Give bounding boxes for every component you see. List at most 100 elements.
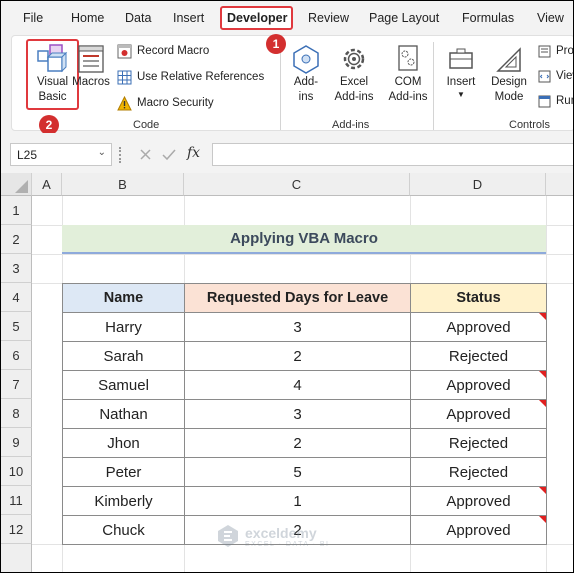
cell-requested-days[interactable]: 5: [184, 457, 411, 487]
cell-requested-days[interactable]: 3: [184, 312, 411, 342]
properties-button[interactable]: Prop: [538, 42, 573, 60]
cell-name[interactable]: Kimberly: [62, 486, 185, 516]
row-header-9[interactable]: 9: [1, 428, 32, 457]
run-dialog-button[interactable]: Run: [538, 92, 573, 110]
row-header-12[interactable]: 12: [1, 515, 32, 544]
table-row: Nathan 3 Approved: [62, 399, 547, 429]
toolbox-icon: [449, 48, 473, 69]
tab-view[interactable]: View: [537, 11, 564, 25]
cell-status[interactable]: Rejected: [410, 428, 547, 458]
tab-page-layout[interactable]: Page Layout: [369, 11, 439, 25]
cancel-icon[interactable]: [139, 148, 152, 161]
tab-home[interactable]: Home: [71, 11, 104, 25]
row-header-7[interactable]: 7: [1, 370, 32, 399]
comment-indicator-icon[interactable]: [539, 516, 546, 523]
header-status[interactable]: Status: [410, 283, 547, 313]
comment-indicator-icon[interactable]: [539, 313, 546, 320]
cell-status[interactable]: Rejected: [410, 457, 547, 487]
name-box-value: L25: [17, 148, 38, 162]
excel-add-ins-button[interactable]: Excel Add-ins: [328, 43, 380, 105]
chevron-down-icon[interactable]: ⌄: [98, 147, 106, 158]
header-name[interactable]: Name: [62, 283, 185, 313]
row-header-2[interactable]: 2: [1, 225, 32, 254]
excel-add-ins-label: Excel Add-ins: [334, 76, 374, 103]
row-header-4[interactable]: 4: [1, 283, 32, 312]
column-header-e[interactable]: [546, 173, 573, 196]
tab-insert[interactable]: Insert: [173, 11, 204, 25]
cell-name[interactable]: Chuck: [62, 515, 185, 545]
cell-requested-days[interactable]: 1: [184, 486, 411, 516]
enter-icon[interactable]: [162, 148, 176, 161]
header-requested-days[interactable]: Requested Days for Leave: [184, 283, 411, 313]
table-header-row: Name Requested Days for Leave Status: [62, 283, 547, 313]
record-macro-label: Record Macro: [137, 45, 210, 57]
add-ins-icon: [293, 45, 319, 74]
cell-name-value: Nathan: [99, 405, 148, 423]
cell-requested-days[interactable]: 3: [184, 399, 411, 429]
step-badge-1: 1: [266, 34, 286, 54]
tab-review[interactable]: Review: [308, 11, 349, 25]
insert-function-button[interactable]: fx: [187, 145, 200, 161]
comment-indicator-icon[interactable]: [539, 400, 546, 407]
cell-requested-days-value: 5: [293, 463, 302, 481]
record-macro-button[interactable]: Record Macro: [117, 42, 209, 60]
cell-requested-days[interactable]: 2: [184, 428, 411, 458]
row-header-13[interactable]: [1, 544, 32, 572]
cell-status[interactable]: Approved: [410, 312, 547, 342]
tab-data[interactable]: Data: [125, 11, 151, 25]
design-mode-label: Design Mode: [491, 76, 527, 103]
cell-name[interactable]: Nathan: [62, 399, 185, 429]
formula-input[interactable]: [212, 143, 573, 166]
add-ins-button[interactable]: Add- ins: [288, 43, 324, 105]
cell-status[interactable]: Rejected: [410, 341, 547, 371]
cell-name[interactable]: Harry: [62, 312, 185, 342]
row-header-11[interactable]: 11: [1, 486, 32, 515]
cell-requested-days-value: 3: [293, 318, 302, 336]
name-box[interactable]: L25 ⌄: [10, 143, 112, 166]
leave-table: Name Requested Days for Leave Status Har…: [62, 283, 547, 545]
tab-file[interactable]: File: [23, 11, 43, 25]
row-header-10[interactable]: 10: [1, 457, 32, 486]
relative-references-label: Use Relative References: [137, 71, 265, 83]
column-header-c[interactable]: C: [184, 173, 410, 196]
cell-status[interactable]: Approved: [410, 486, 547, 516]
row-header-1[interactable]: 1: [1, 196, 32, 225]
row-header-3[interactable]: 3: [1, 254, 32, 283]
column-header-b[interactable]: B: [62, 173, 184, 196]
cell-status-value: Approved: [446, 492, 511, 510]
comment-indicator-icon[interactable]: [539, 487, 546, 494]
view-code-label: View: [556, 70, 573, 82]
table-row: Jhon 2 Rejected: [62, 428, 547, 458]
cell-status[interactable]: Approved: [410, 370, 547, 400]
cell-requested-days[interactable]: 4: [184, 370, 411, 400]
column-header-d[interactable]: D: [410, 173, 546, 196]
cell-name-value: Harry: [105, 318, 142, 336]
exceldemy-logo-icon: [218, 525, 238, 547]
view-code-button[interactable]: View: [538, 67, 573, 85]
row-header-6[interactable]: 6: [1, 341, 32, 370]
cell-name[interactable]: Peter: [62, 457, 185, 487]
cell-requested-days[interactable]: 2: [184, 341, 411, 371]
tab-formulas[interactable]: Formulas: [462, 11, 514, 25]
macros-button[interactable]: Macros: [70, 43, 112, 90]
run-dialog-label: Run: [556, 95, 573, 107]
cell-status[interactable]: Approved: [410, 399, 547, 429]
sheet-title-cell[interactable]: Applying VBA Macro: [62, 225, 546, 254]
cell-name[interactable]: Jhon: [62, 428, 185, 458]
cell-status[interactable]: Approved: [410, 515, 547, 545]
tab-developer[interactable]: Developer: [227, 11, 287, 25]
use-relative-references-button[interactable]: Use Relative References: [117, 68, 264, 86]
macro-security-label: Macro Security: [137, 97, 214, 109]
com-add-ins-button[interactable]: COM Add-ins: [382, 43, 434, 105]
comment-indicator-icon[interactable]: [539, 371, 546, 378]
insert-controls-button[interactable]: Insert ▼: [442, 43, 480, 100]
com-add-ins-icon: [398, 45, 418, 71]
row-header-5[interactable]: 5: [1, 312, 32, 341]
column-header-a[interactable]: A: [32, 173, 62, 196]
row-header-8[interactable]: 8: [1, 399, 32, 428]
cell-name[interactable]: Sarah: [62, 341, 185, 371]
design-mode-button[interactable]: Design Mode: [486, 43, 532, 105]
macro-security-button[interactable]: Macro Security: [117, 94, 214, 112]
cell-name[interactable]: Samuel: [62, 370, 185, 400]
select-all-corner[interactable]: [1, 173, 32, 196]
